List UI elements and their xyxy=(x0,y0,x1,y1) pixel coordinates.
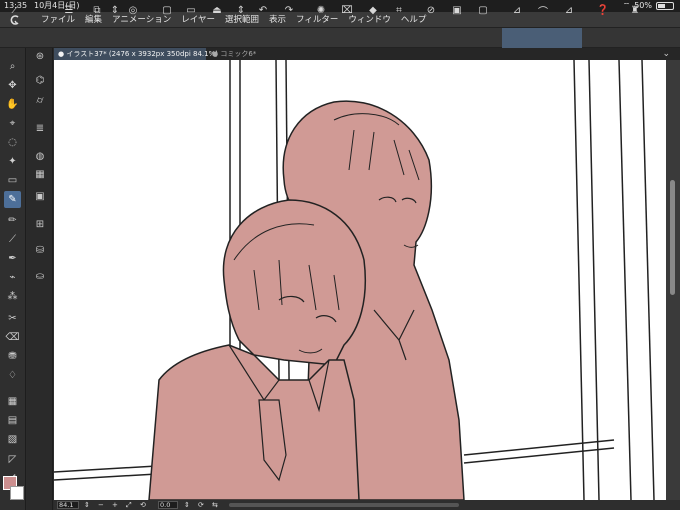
pen-tool-icon[interactable]: ✎ xyxy=(4,191,21,208)
zoom-out-icon[interactable]: − xyxy=(98,500,104,510)
fit-icon[interactable]: ⤢ xyxy=(126,500,132,510)
zoom-tool-icon[interactable]: ⌕ xyxy=(4,58,21,75)
lasso-tool-icon[interactable]: ◌ xyxy=(4,134,21,151)
brush-tool-icon[interactable]: ⟋ xyxy=(4,231,21,248)
bucket-tool-icon[interactable]: ♢ xyxy=(4,367,21,384)
battery-fill xyxy=(658,4,665,8)
loading-icon[interactable]: ✺ xyxy=(314,3,328,17)
redo-icon[interactable]: ↷ xyxy=(282,3,296,17)
hamburger-menu-icon[interactable]: ☰ xyxy=(62,3,76,17)
material-icon[interactable]: ⊞ xyxy=(32,216,48,232)
tab-label: コミック6* xyxy=(220,50,257,58)
zoom-in-icon[interactable]: + xyxy=(112,500,118,510)
marquee-tool-icon[interactable]: ▭ xyxy=(4,172,21,189)
airbrush-tool-icon[interactable]: ⌁ xyxy=(4,269,21,286)
angle-field[interactable]: 0.0 xyxy=(158,501,178,509)
tab-illust37[interactable]: ● イラスト37* (2476 x 3932px 350dpi 84.1%) xyxy=(54,48,218,60)
new-canvas-icon[interactable]: ⧉ xyxy=(90,3,104,17)
transform-icon[interactable]: ⌗ xyxy=(392,3,406,17)
tab-comic6[interactable]: ● コミック6* xyxy=(208,48,260,60)
sub-tool-icon[interactable]: ⌬ xyxy=(32,72,48,88)
gradient-tool-icon[interactable]: ▦ xyxy=(4,393,21,410)
frame-tool-icon[interactable]: ▤ xyxy=(4,412,21,429)
canvas-area[interactable] xyxy=(54,60,666,500)
new-file-icon[interactable]: ▢ xyxy=(160,3,174,17)
special-ruler-snap-icon[interactable]: ⌒ xyxy=(536,3,550,18)
vertical-scroll-thumb[interactable] xyxy=(670,180,675,295)
gradient-fill-icon[interactable]: ▧ xyxy=(4,431,21,448)
show-selection-icon[interactable]: ▢ xyxy=(476,3,490,17)
rotate-reset-icon[interactable]: ⟳ xyxy=(198,500,204,510)
stepper-icon[interactable]: ⇕ xyxy=(108,3,122,17)
navigator-icon[interactable]: ▣ xyxy=(32,188,48,204)
ruler-group-highlight xyxy=(502,28,582,48)
balloon-tool-icon[interactable]: ◸ xyxy=(4,451,21,468)
document-tab-bar: ● イラスト37* (2476 x 3932px 350dpi 84.1%) ●… xyxy=(54,48,680,60)
color-wheel-icon[interactable]: ◍ xyxy=(32,148,48,164)
color-set-icon[interactable]: ▦ xyxy=(32,166,48,182)
object-tool-icon[interactable]: ⌖ xyxy=(4,115,21,132)
eraser-tool-icon[interactable]: ⌫ xyxy=(4,329,21,346)
save-icon[interactable]: ⏏ xyxy=(210,3,224,17)
angle-stepper-icon[interactable]: ⇕ xyxy=(184,500,190,510)
sub-tool-palette: ⊛ ⌬ ⌭ ≣ ◍ ▦ ▣ ⊞ ⛁ ⛀ xyxy=(27,48,53,510)
zoom-stepper-icon[interactable]: ⇕ xyxy=(84,500,90,510)
pencil-tool-icon[interactable]: ✏ xyxy=(4,212,21,229)
magic-wand-icon[interactable]: ✦ xyxy=(4,153,21,170)
sub-color-swatch[interactable] xyxy=(10,486,24,500)
vertical-scrollbar[interactable] xyxy=(666,60,680,500)
rotate-left-icon[interactable]: ⟲ xyxy=(140,500,146,510)
color-picker-icon[interactable]: ❓ xyxy=(596,3,610,17)
move-tool-icon[interactable]: ✥ xyxy=(4,77,21,94)
blend-tool-icon[interactable]: ✂ xyxy=(4,310,21,327)
tool-palette: ⌕ ✥ ✋ ⌖ ◌ ✦ ▭ ✎ ✏ ⟋ ✒ ⌁ ⁂ ✂ ⌫ ⛃ ♢ ▦ ▤ ▧ … xyxy=(0,48,26,510)
tool-property-icon[interactable]: ≣ xyxy=(32,120,48,136)
ruler-settings-icon[interactable]: ⟋ xyxy=(8,3,22,17)
chevron-down-icon[interactable]: ⌄ xyxy=(662,48,670,60)
horizontal-scrollbar[interactable] xyxy=(229,503,459,507)
search-icon[interactable]: ⊛ xyxy=(32,48,48,64)
eraser-selection-icon[interactable]: ⌧ xyxy=(340,3,354,17)
ink-pen-tool-icon[interactable]: ✒ xyxy=(4,250,21,267)
ruler-snap-icon[interactable]: ⊿ xyxy=(510,3,524,17)
decoration-tool-icon[interactable]: ⁂ xyxy=(4,288,21,305)
flip-icon[interactable]: ⇆ xyxy=(212,500,218,510)
tab-label: イラスト37* (2476 x 3932px 350dpi 84.1%) xyxy=(66,50,218,58)
save-stepper-icon[interactable]: ⇕ xyxy=(234,3,248,17)
open-folder-icon[interactable]: ▭ xyxy=(184,3,198,17)
clip-studio-icon[interactable]: ◎ xyxy=(126,3,140,17)
hand-tool-icon[interactable]: ✋ xyxy=(4,96,21,113)
invert-selection-icon[interactable]: ▣ xyxy=(450,3,464,17)
undo-icon[interactable]: ↶ xyxy=(256,3,270,17)
brush-cleaner-icon[interactable]: ♜ xyxy=(628,3,642,17)
fill-tool-icon[interactable]: ⛃ xyxy=(4,348,21,365)
layer-icon[interactable]: ⛁ xyxy=(32,242,48,258)
deselect-icon[interactable]: ⊘ xyxy=(424,3,438,17)
battery-icon xyxy=(656,2,674,10)
navigator-bar: 84.1 ⇕ − + ⤢ ⟲ 0.0 ⇕ ⟳ ⇆ xyxy=(54,500,680,510)
sub-tool-detail-icon[interactable]: ⌭ xyxy=(32,92,48,108)
fill-icon[interactable]: ◆ xyxy=(366,3,380,17)
grid-snap-icon[interactable]: ⊿ xyxy=(562,3,576,17)
layer-property-icon[interactable]: ⛀ xyxy=(32,268,48,284)
artwork-canvas[interactable] xyxy=(54,60,666,500)
zoom-field[interactable]: 84.1 xyxy=(57,501,79,509)
